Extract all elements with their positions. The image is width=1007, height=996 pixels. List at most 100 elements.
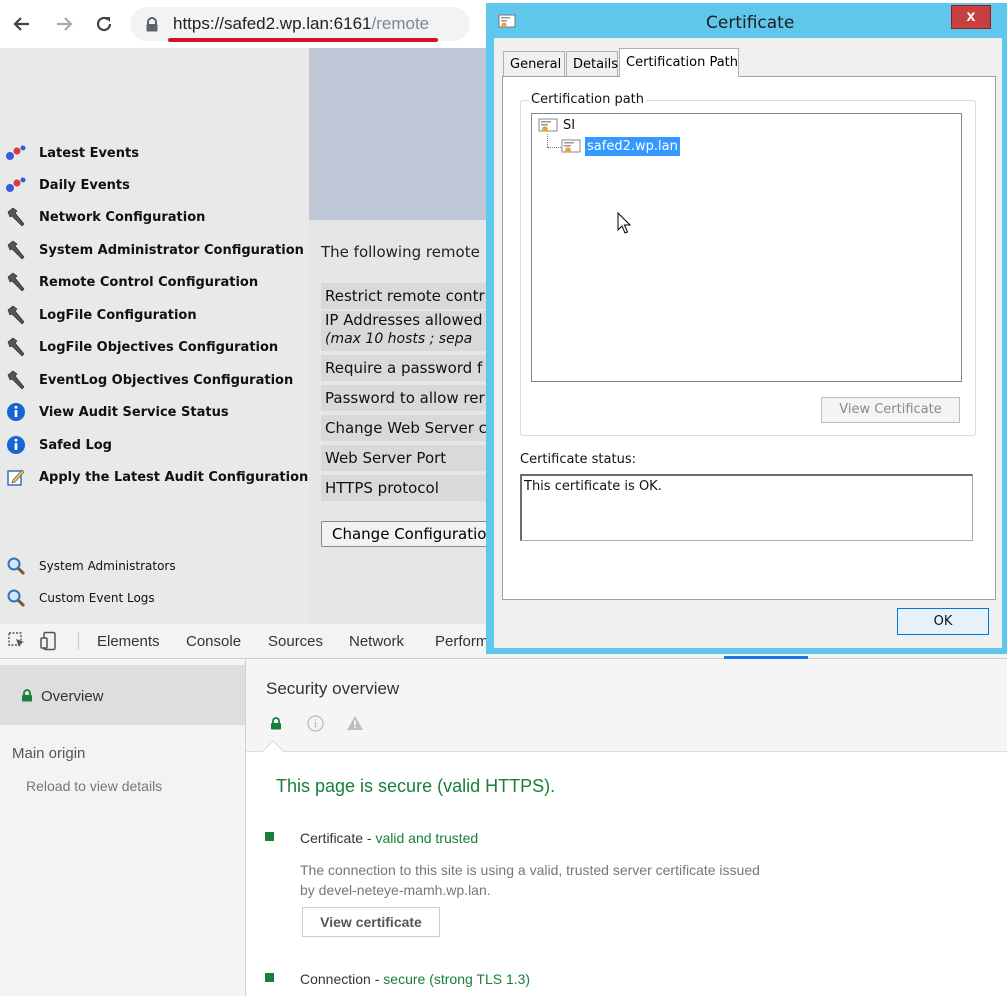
device-toolbar-icon[interactable] [40,631,60,651]
config-row: Restrict remote contr [321,283,489,309]
view-certificate-button[interactable]: View certificate [302,907,440,937]
certification-path-label: Certification path [529,92,647,107]
config-row: Change Web Server c [321,415,489,441]
tree-node-selected[interactable]: safed2.wp.lan [585,137,680,156]
certificate-desc-line2: by devel-neteye-mamh.wp.lan. [300,882,491,898]
events-icon [5,143,27,163]
hammer-icon [5,305,27,325]
reload-hint: Reload to view details [26,778,163,794]
tab-network[interactable]: Network [349,633,404,650]
config-row: Web Server Port [321,445,489,471]
certificate-icon [498,14,516,28]
edit-icon [5,467,27,487]
sidebar-item-label: Daily Events [39,177,130,193]
connection-line: Connection - secure (strong TLS 1.3) [300,971,530,987]
url-highlight-underline [168,38,438,42]
url-path: /remote [371,14,430,33]
secure-headline: This page is secure (valid HTTPS). [276,776,556,796]
sidebar-item-custom-event-logs[interactable]: Custom Event Logs [5,585,155,611]
events-icon [5,175,27,195]
config-row: HTTPS protocol [321,475,489,501]
tree-node-root[interactable]: SI [563,118,575,133]
sidebar-item-label: Remote Control Configuration [39,274,259,290]
sidebar-item-label: Safed Log [39,437,112,453]
hammer-icon [5,337,27,357]
sidebar-item-apply-the-latest-audit-configuration[interactable]: Apply the Latest Audit Configuration [5,464,308,490]
tab-sources[interactable]: Sources [268,633,323,650]
sidebar-item-label: EventLog Objectives Configuration [39,372,294,388]
sidebar-item-logfile-configuration[interactable]: LogFile Configuration [5,302,197,328]
config-row-hint: (max 10 hosts ; sepa [325,331,473,347]
security-overview-title: Security overview [266,679,400,698]
change-configuration-button[interactable]: Change Configuration [321,521,496,547]
devtools-separator [78,632,79,650]
sidebar-item-logfile-objectives-configuration[interactable]: LogFile Objectives Configuration [5,334,278,360]
pointer-caret [262,741,284,753]
view-certificate-disabled-button[interactable]: View Certificate [821,397,960,423]
tab-console[interactable]: Console [186,633,241,650]
sidebar-item-latest-events[interactable]: Latest Events [5,140,139,166]
address-bar[interactable]: https://safed2.wp.lan:6161/remote [130,7,470,41]
sidebar-item-remote-control-configuration[interactable]: Remote Control Configuration [5,269,258,295]
info-icon [307,715,324,732]
sidebar-item-label: LogFile Configuration [39,307,197,323]
url-host: https://safed2.wp.lan:6161 [173,14,372,33]
certificate-label: Certificate [300,830,364,846]
dialog-title: Certificate [706,13,795,33]
info-icon [5,435,27,455]
config-row: IP Addresses allowed (max 10 hosts ; sepa [321,311,489,351]
certificate-icon [538,118,558,132]
inspect-element-icon[interactable] [8,632,26,650]
main-origin-heading: Main origin [12,745,86,762]
back-button[interactable] [6,8,38,40]
close-button[interactable]: x [951,5,991,29]
close-icon: x [966,8,976,25]
connection-value: secure (strong TLS 1.3) [383,971,531,987]
sidebar-item-network-configuration[interactable]: Network Configuration [5,204,205,230]
sidebar-item-label: View Audit Service Status [39,404,229,420]
lock-icon [271,717,281,730]
sidebar-item-system-administrator-configuration[interactable]: System Administrator Configuration [5,237,304,263]
sidebar-item-safed-log[interactable]: Safed Log [5,432,112,458]
reload-button[interactable] [88,8,120,40]
connection-label: Connection [300,971,371,987]
sidebar-item-view-audit-service-status[interactable]: View Audit Service Status [5,399,229,425]
tab-general[interactable]: General [503,51,565,77]
security-overview-header: Security overview [246,659,1007,753]
url-text: https://safed2.wp.lan:6161/remote [173,14,429,34]
ok-button[interactable]: OK [897,608,989,635]
sidebar-item-system-administrators[interactable]: System Administrators [5,553,176,579]
forward-button[interactable] [48,8,80,40]
connection-sep: - [370,971,384,987]
sidebar-item-daily-events[interactable]: Daily Events [5,172,130,198]
sidebar-item-eventlog-objectives-configuration[interactable]: EventLog Objectives Configuration [5,367,293,393]
tab-performance[interactable]: Perform [435,633,488,650]
tree-connector-vertical [547,134,549,147]
lock-icon[interactable] [145,17,159,32]
hammer-icon [5,272,27,292]
hammer-icon [5,240,27,260]
certificate-description: The connection to this site is using a v… [300,860,760,900]
tab-certification-path[interactable]: Certification Path [619,48,739,77]
sidebar-item-label: Apply the Latest Audit Configuration [39,469,309,485]
magnifier-icon [5,556,27,576]
config-row-label: IP Addresses allowed [325,311,483,329]
certificate-icon [561,139,581,153]
certificate-desc-line1: The connection to this site is using a v… [300,862,760,878]
certificate-status-box[interactable]: This certificate is OK. [520,474,973,541]
config-row-label: Restrict remote contr [325,287,485,305]
sidebar-item-label: System Administrators [39,559,176,573]
intro-text: The following remote [321,243,480,261]
config-row-label: Require a password f [325,359,483,377]
tab-details[interactable]: Details [566,51,618,77]
tab-elements[interactable]: Elements [97,633,160,650]
reload-icon [96,16,112,32]
sidebar-item-label: Custom Event Logs [39,591,155,605]
certificate-sep: - [363,830,376,846]
sidebar-item-label: Latest Events [39,145,139,161]
sidebar-item-overview[interactable]: Overview [0,665,245,725]
config-row-label: HTTPS protocol [325,479,439,497]
certificate-status-dot [265,832,274,841]
sidebar-item-label: LogFile Objectives Configuration [39,339,279,355]
info-icon [5,402,27,422]
